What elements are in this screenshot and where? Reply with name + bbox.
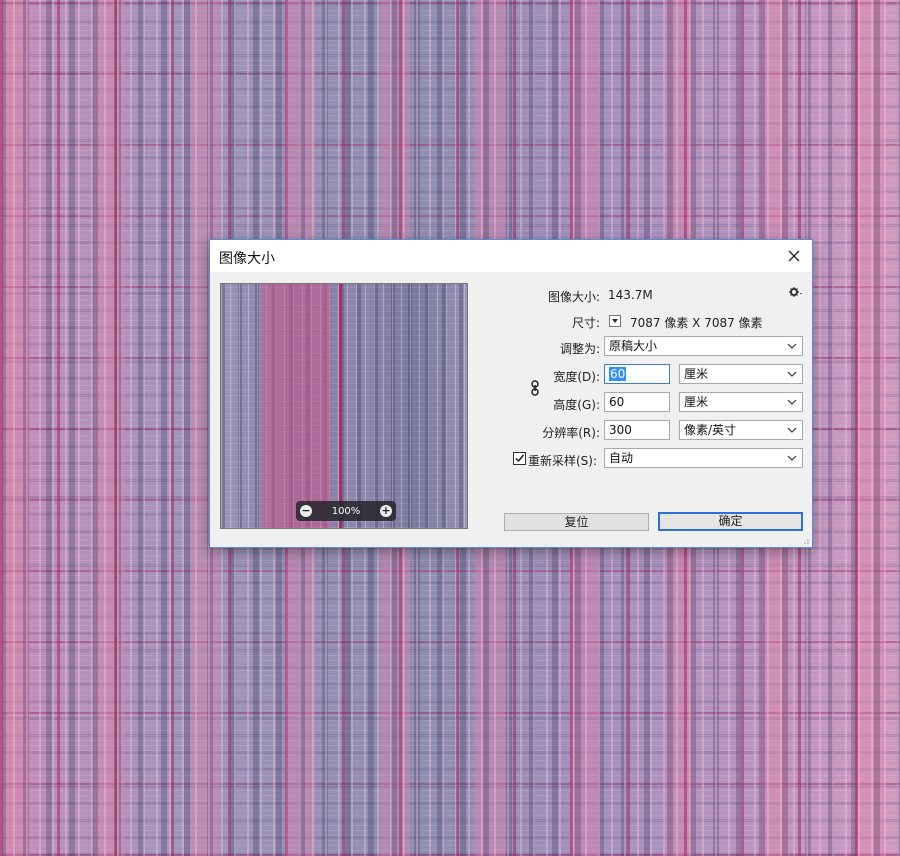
resolution-value: 300 — [609, 423, 632, 437]
chevron-down-icon — [787, 449, 797, 467]
fit-to-value: 原稿大小 — [609, 339, 658, 353]
width-unit-value: 厘米 — [684, 367, 709, 381]
image-size-label: 图像大小: — [547, 290, 600, 304]
resolution-label: 分辨率(R): — [542, 426, 600, 440]
image-preview[interactable]: − 100% + — [220, 283, 468, 529]
chevron-down-icon — [787, 393, 797, 411]
resize-grip-icon[interactable] — [802, 537, 810, 545]
dialog-titlebar: 图像大小 — [210, 240, 812, 272]
width-value: 60 — [609, 367, 627, 381]
dimensions-label: 尺寸: — [571, 316, 600, 330]
height-input[interactable]: 60 — [604, 392, 670, 412]
chevron-down-icon — [787, 365, 797, 383]
ok-button[interactable]: 确定 — [658, 512, 803, 531]
zoom-out-icon[interactable]: − — [300, 505, 312, 517]
resolution-unit-select[interactable]: 像素/英寸 — [679, 420, 803, 440]
zoom-control: − 100% + — [296, 501, 396, 521]
image-size-dialog: 图像大小 − 100% + 图像大小: 143.7M 尺寸: 7087 像素 X… — [209, 239, 813, 548]
image-size-value: 143.7M — [608, 288, 653, 302]
gear-icon[interactable] — [789, 286, 803, 301]
close-icon — [788, 250, 800, 262]
dialog-title: 图像大小 — [219, 251, 275, 267]
resample-select[interactable]: 自动 — [604, 448, 803, 468]
fit-to-label: 调整为: — [559, 342, 600, 356]
dimensions-value: 7087 像素 X 7087 像素 — [630, 316, 763, 330]
height-unit-select[interactable]: 厘米 — [679, 392, 803, 412]
fit-to-select[interactable]: 原稿大小 — [604, 336, 803, 356]
width-label: 宽度(D): — [553, 370, 600, 384]
dimensions-units-dropdown[interactable] — [609, 315, 621, 327]
reset-button[interactable]: 复位 — [504, 513, 649, 531]
resample-checkbox[interactable] — [513, 452, 526, 465]
width-unit-select[interactable]: 厘米 — [679, 364, 803, 384]
close-button[interactable] — [776, 240, 812, 272]
height-unit-value: 厘米 — [684, 395, 709, 409]
resample-label[interactable]: 重新采样(S): — [528, 452, 597, 469]
zoom-level: 100% — [331, 505, 361, 517]
resample-value: 自动 — [609, 451, 634, 465]
width-input[interactable]: 60 — [604, 364, 670, 384]
height-value: 60 — [609, 395, 625, 409]
zoom-in-icon[interactable]: + — [380, 505, 392, 517]
height-label: 高度(G): — [553, 398, 600, 412]
chevron-down-icon — [787, 337, 797, 355]
resolution-unit-value: 像素/英寸 — [684, 423, 737, 437]
resolution-input[interactable]: 300 — [604, 420, 670, 440]
checkmark-icon — [515, 454, 525, 463]
chevron-down-icon — [787, 421, 797, 439]
caret-down-icon — [612, 319, 618, 323]
